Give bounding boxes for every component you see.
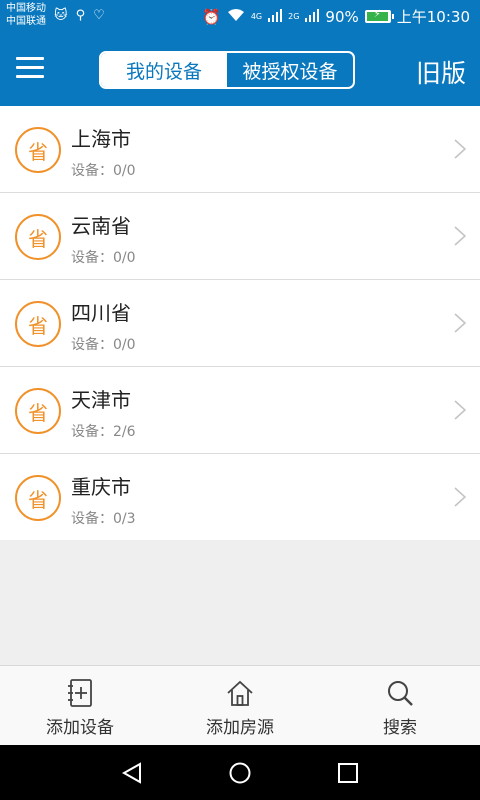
search-icon	[388, 681, 413, 706]
region-list: 省 上海市 设备：0/0 省 云南省 设备：0/0 省 四川省 设备：0/0 省…	[0, 106, 480, 540]
network-2g-label: 2G	[288, 12, 300, 21]
add-device-button[interactable]: 添加设备	[0, 666, 160, 745]
house-icon	[227, 680, 253, 706]
add-house-label: 添加房源	[206, 718, 274, 738]
region-name: 四川省	[71, 301, 131, 325]
chevron-right-icon	[454, 313, 466, 333]
battery-icon: ⚡	[364, 9, 394, 23]
old-version-button[interactable]: 旧版	[416, 54, 466, 90]
menu-icon[interactable]	[16, 57, 44, 81]
back-icon[interactable]	[120, 762, 144, 784]
device-count: 设备：2/6	[71, 424, 136, 440]
app-header: 我的设备 被授权设备 旧版	[0, 34, 480, 106]
tab-authorized-devices[interactable]: 被授权设备	[227, 53, 353, 87]
device-tabs: 我的设备 被授权设备	[99, 51, 355, 89]
add-device-icon	[68, 679, 92, 707]
clock: 上午10:30	[396, 8, 470, 26]
recents-icon[interactable]	[337, 762, 359, 784]
notification-icons: 🐱 ⚲ ♡	[54, 8, 105, 23]
battery-percent: 90%	[325, 7, 359, 26]
carrier-1: 中国移动	[6, 3, 46, 14]
system-nav-bar	[0, 745, 480, 800]
usb-icon: ⚲	[75, 8, 86, 23]
network-4g-label: 4G	[250, 12, 263, 21]
chevron-right-icon	[454, 400, 466, 420]
province-badge: 省	[15, 475, 61, 521]
region-name: 天津市	[71, 388, 131, 412]
chevron-right-icon	[454, 139, 466, 159]
province-badge: 省	[15, 388, 61, 434]
list-item[interactable]: 省 天津市 设备：2/6	[0, 367, 480, 454]
carrier-info: 中国移动 中国联通	[6, 2, 46, 28]
signal-icon-1	[268, 8, 283, 26]
signal-icon-2	[305, 8, 320, 26]
bottom-toolbar: 添加设备 添加房源 搜索	[0, 665, 480, 745]
province-badge: 省	[15, 214, 61, 260]
region-name: 上海市	[71, 127, 131, 151]
province-badge: 省	[15, 127, 61, 173]
tab-my-devices[interactable]: 我的设备	[101, 53, 227, 87]
status-bar: 中国移动 中国联通 🐱 ⚲ ♡ ⏰ 4G 2G 90% ⚡ 上午10:30	[0, 0, 480, 34]
alarm-icon: ⏰	[202, 7, 221, 26]
search-button[interactable]: 搜索	[320, 666, 480, 745]
list-item[interactable]: 省 重庆市 设备：0/3	[0, 454, 480, 540]
device-count: 设备：0/0	[71, 163, 136, 179]
search-label: 搜索	[383, 718, 417, 738]
list-item[interactable]: 省 云南省 设备：0/0	[0, 193, 480, 280]
chevron-right-icon	[454, 226, 466, 246]
heart-icon: ♡	[93, 8, 105, 23]
status-right: ⏰ 4G 2G 90% ⚡ 上午10:30	[202, 6, 470, 27]
add-device-label: 添加设备	[46, 718, 114, 738]
cat-icon: 🐱	[54, 8, 68, 23]
region-name: 云南省	[71, 214, 131, 238]
add-house-button[interactable]: 添加房源	[160, 666, 320, 745]
province-badge: 省	[15, 301, 61, 347]
region-name: 重庆市	[71, 475, 131, 499]
chevron-right-icon	[454, 487, 466, 507]
list-item[interactable]: 省 四川省 设备：0/0	[0, 280, 480, 367]
device-count: 设备：0/3	[71, 511, 136, 527]
carrier-2: 中国联通	[6, 16, 46, 27]
wifi-icon	[227, 8, 245, 26]
home-icon[interactable]	[228, 762, 252, 784]
device-count: 设备：0/0	[71, 337, 136, 353]
list-item[interactable]: 省 上海市 设备：0/0	[0, 106, 480, 193]
device-count: 设备：0/0	[71, 250, 136, 266]
